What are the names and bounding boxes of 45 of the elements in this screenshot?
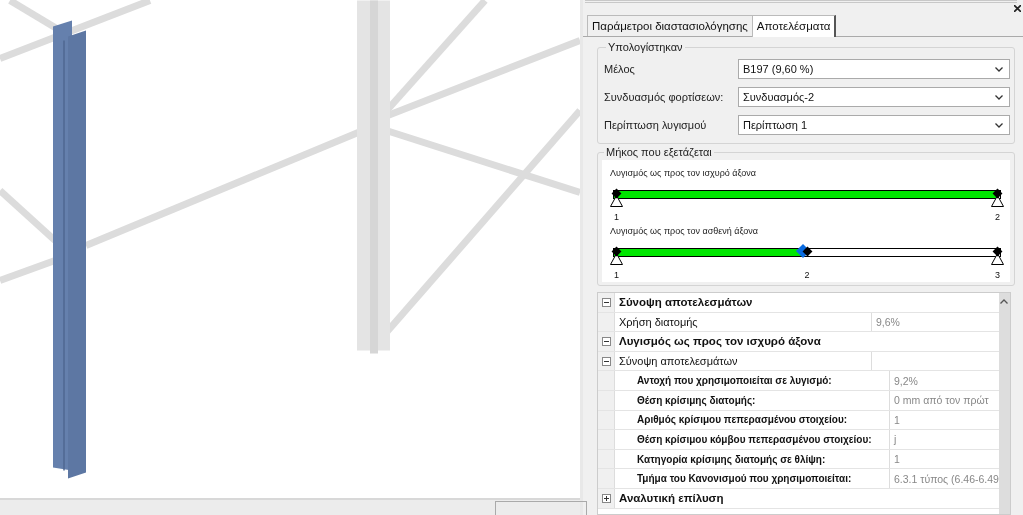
group-title: Υπολογίστηκαν <box>607 41 684 53</box>
property-label: Χρήση διατομής <box>615 312 872 332</box>
node-number: 2 <box>995 212 1000 222</box>
node-number: 1 <box>614 212 619 222</box>
diagram-caption: Λυγισμός ως προς τον ισχυρό άξονα <box>610 168 757 178</box>
node-number: 1 <box>614 270 619 280</box>
property-label: Θέση κρίσιμου κόμβου πεπερασμένου στοιχείου: <box>615 430 890 449</box>
chevron-down-icon <box>995 94 1003 100</box>
node-number: 2 <box>804 270 810 280</box>
expander-icon[interactable] <box>601 356 611 366</box>
diagram-caption: Λυγισμός ως προς τον ασθενή άξονα <box>610 226 759 236</box>
dropdown[interactable]: Περίπτωση 1 <box>738 115 1010 135</box>
property-label: Αριθμός κρίσιμου πεπερασμένου στοιχείου: <box>615 410 890 430</box>
property-value: j <box>892 432 898 448</box>
category-label: Σύνοψη αποτελεσμάτων <box>615 351 872 371</box>
tab[interactable]: Αποτελέσματα <box>751 15 837 37</box>
tab[interactable]: Παράμετροι διαστασιολόγησης <box>587 15 753 36</box>
category-label: Αναλυτική επίλυση <box>618 491 725 507</box>
property-value: 0 mm από τον πρώτ <box>893 393 990 409</box>
field-label: Περίπτωση λυγισμού <box>604 119 708 131</box>
property-value: 6.3.1 τύπος (6.46-6.49 <box>893 471 999 487</box>
category-label: Λυγισμός ως προς τον ισχυρό άξονα <box>618 334 822 350</box>
dropdown[interactable]: B197 (9,60 %) <box>738 59 1010 79</box>
node-number: 3 <box>995 270 1000 280</box>
property-label: Αντοχή που χρησιμοποιείται σε λυγισμό: <box>615 371 890 390</box>
property-value: 1 <box>893 412 901 428</box>
expander-icon[interactable] <box>601 297 611 307</box>
close-icon[interactable] <box>1014 4 1021 12</box>
chevron-down-icon <box>995 122 1003 128</box>
expander-icon[interactable] <box>601 493 611 503</box>
property-label: Τμήμα του Κανονισμού που χρησιμοποιείται: <box>615 469 890 488</box>
property-value: 9,2% <box>893 373 919 389</box>
scrollbar[interactable] <box>998 293 1010 514</box>
property-value: 9,6% <box>875 314 901 330</box>
expander-icon[interactable] <box>601 337 611 346</box>
property-value: 1 <box>893 452 901 468</box>
field-label: Συνδυασμός φορτίσεων: <box>604 91 725 103</box>
property-label: Κατηγορία κρίσιμης διατομής σε θλίψη: <box>615 449 890 469</box>
group-title: Μήκος που εξετάζεται <box>605 146 713 158</box>
property-label: Θέση κρίσιμης διατομής: <box>615 390 890 410</box>
field-label: Μέλος <box>604 63 636 75</box>
scroll-up-icon[interactable] <box>1000 299 1009 304</box>
dropdown[interactable]: Συνδυασμός-2 <box>738 87 1010 107</box>
chevron-down-icon <box>995 66 1003 72</box>
category-label: Σύνοψη αποτελεσμάτων <box>618 295 754 311</box>
